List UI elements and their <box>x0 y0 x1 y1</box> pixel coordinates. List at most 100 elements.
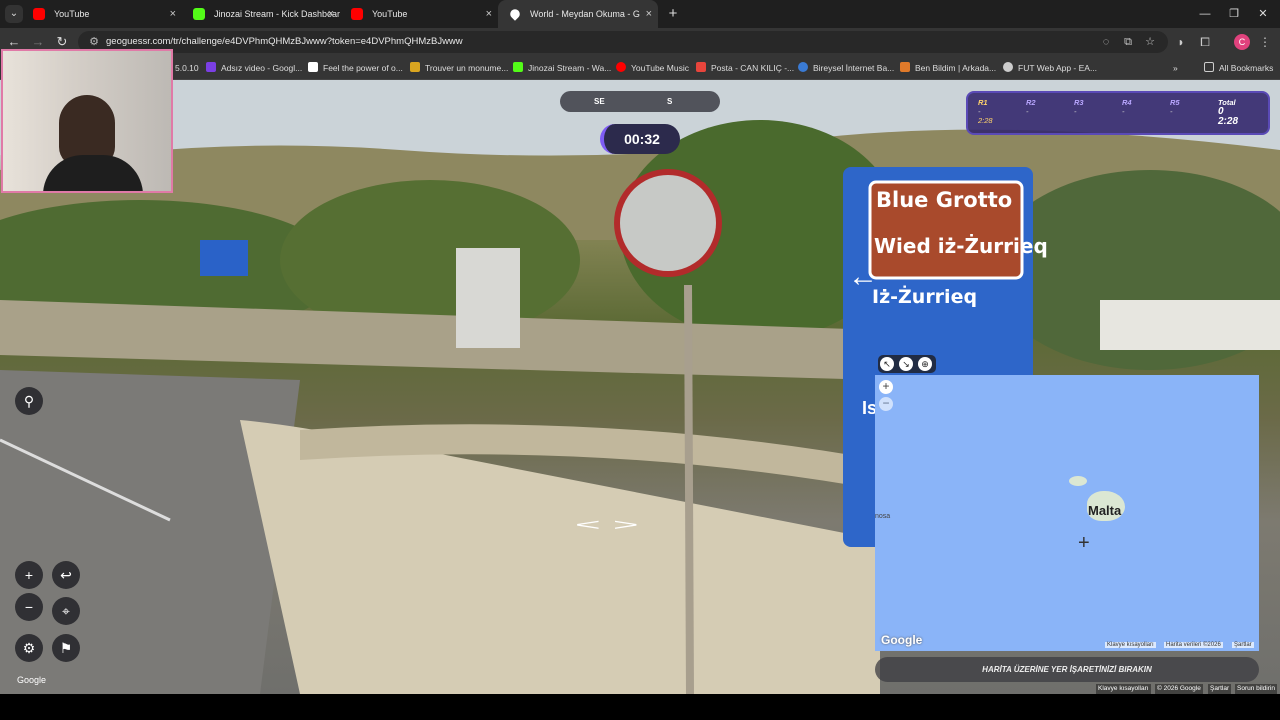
youtube-music-icon <box>616 62 626 72</box>
tab-search-icon[interactable]: ⌄ <box>5 5 23 23</box>
compass-s-label: S <box>667 97 673 106</box>
more-bookmarks-icon[interactable]: » <box>1173 56 1178 80</box>
round-1: R1-2:28 <box>978 98 993 125</box>
map-pin-icon[interactable]: ⊕ <box>918 357 932 371</box>
undo-icon[interactable]: ↩ <box>52 561 80 589</box>
bank-icon <box>798 62 808 72</box>
tab-close-icon[interactable]: × <box>646 0 652 28</box>
kick-icon <box>513 62 523 72</box>
map-shortcuts-link[interactable]: Klavye kısayolları <box>1105 642 1156 648</box>
extension-icon[interactable]: ◗ <box>1172 33 1190 51</box>
gozo-island <box>1069 476 1087 486</box>
zoom-in-button[interactable]: + <box>15 561 43 589</box>
new-tab-button[interactable]: + <box>664 5 682 23</box>
map-data-attribution: Harita verileri ©2026 <box>1164 642 1223 648</box>
tab-youtube-2[interactable]: YouTube × <box>340 0 498 28</box>
tab-youtube-1[interactable]: YouTube × <box>22 0 182 28</box>
bookmark-item[interactable]: FUT Web App - EA... <box>1003 56 1097 80</box>
kick-icon <box>193 8 205 20</box>
guess-map[interactable]: Malta nosa + + − Google Klavye kısayolla… <box>875 375 1259 651</box>
settings-gear-icon[interactable]: ⚙ <box>15 634 43 662</box>
footer-copyright: © 2026 Google <box>1155 684 1203 694</box>
map-edge-label: nosa <box>875 513 891 520</box>
all-bookmarks[interactable]: All Bookmarks <box>1204 56 1273 80</box>
bookmarks-bar: 5.0.10 Adsız video - Googl... Feel the p… <box>0 56 1280 80</box>
browser-tab-bar: ⌄ YouTube × Jinozai Stream - Kick Dashbo… <box>0 0 1280 28</box>
tab-close-icon[interactable]: × <box>328 0 334 28</box>
bookmark-item[interactable]: Adsız video - Googl... <box>206 56 302 80</box>
tab-kick-dashboard[interactable]: Jinozai Stream - Kick Dashboard × <box>182 0 340 28</box>
screen: ⌄ YouTube × Jinozai Stream - Kick Dashbo… <box>0 0 1280 720</box>
footer-shortcuts-link[interactable]: Klavye kısayolları <box>1096 684 1151 694</box>
round-3: R3- <box>1074 98 1084 116</box>
bookmark-item[interactable]: Bireysel İnternet Ba... <box>798 56 894 80</box>
map-expand-icon[interactable]: ↖ <box>880 357 894 371</box>
tab-geoguessr[interactable]: World - Meydan Okuma - G × <box>498 0 658 28</box>
google-logo: Google <box>17 675 47 685</box>
sign-line-2: Wied iż-Żurrieq <box>874 234 1048 258</box>
bookmark-item[interactable]: Jinozai Stream - Wa... <box>513 56 611 80</box>
tab-label: Jinozai Stream - Kick Dashboard <box>214 9 340 19</box>
tab-label: YouTube <box>54 9 90 19</box>
globe-icon <box>1003 62 1013 72</box>
map-country-label: Malta <box>1088 503 1122 518</box>
omnibox[interactable]: ⚙ geoguessr.com/tr/challenge/e4DVPhmQHMz… <box>78 31 1168 53</box>
map-shrink-icon[interactable]: ↘ <box>899 357 913 371</box>
return-to-start-icon[interactable]: ⌖ <box>52 597 80 625</box>
move-arrow-icon[interactable]: < > <box>575 516 639 534</box>
map-size-controls: ↖ ↘ ⊕ <box>878 355 936 373</box>
round-timer: 00:32 <box>600 124 680 154</box>
bookmark-item[interactable]: Ben Bildim | Arkada... <box>900 56 996 80</box>
check-icon <box>308 62 318 72</box>
site-info-icon[interactable]: ⚙ <box>86 34 102 50</box>
round-2: R2- <box>1026 98 1036 116</box>
avatar[interactable]: C <box>1234 34 1250 50</box>
geoguessr-pin-icon <box>508 7 522 21</box>
menu-kebab-icon[interactable]: ⋮ <box>1256 33 1274 51</box>
tab-label: World - Meydan Okuma - G <box>530 9 640 19</box>
taskbar-strip <box>0 694 1280 720</box>
address-toolbar: ← → ↻ ⚙ geoguessr.com/tr/challenge/e4DVP… <box>0 28 1280 56</box>
sign-line-1: Blue Grotto <box>876 188 1013 212</box>
bookmark-item[interactable]: Trouver un monume... <box>410 56 508 80</box>
video-icon <box>206 62 216 72</box>
bookmark-star-icon[interactable]: ☆ <box>1142 34 1158 50</box>
bookmark-item[interactable]: YouTube Music <box>616 56 689 80</box>
compass-se-label: SE <box>594 97 605 106</box>
puzzle-icon[interactable]: ⧠ <box>1196 33 1214 51</box>
map-zoom-out-button[interactable]: − <box>879 397 893 411</box>
round-total: Total 0 2:28 <box>1218 98 1239 127</box>
map-terms-link[interactable]: Şartlar <box>1232 642 1254 648</box>
youtube-icon <box>351 8 363 20</box>
map-zoom-in-button[interactable]: + <box>879 380 893 394</box>
webcam-overlay <box>1 49 173 193</box>
bell-icon <box>900 62 910 72</box>
zoom-out-button[interactable]: − <box>15 593 43 621</box>
eye-off-icon[interactable]: ◌ <box>1098 34 1114 50</box>
checkpoint-icon[interactable]: ⚲ <box>15 387 43 415</box>
sign-line-3: Iż-Żurrieq <box>872 286 978 308</box>
bookmark-item[interactable]: Posta - CAN KILIÇ -... <box>696 56 794 80</box>
tab-label: YouTube <box>372 9 408 19</box>
bookmark-item[interactable]: Feel the power of o... <box>308 56 403 80</box>
install-app-icon[interactable]: ⧉ <box>1120 34 1136 50</box>
youtube-icon <box>33 8 45 20</box>
footer-report-link[interactable]: Sorun bildirin <box>1235 684 1277 694</box>
crosshair-cursor-icon: + <box>1078 532 1090 554</box>
place-marker-button[interactable]: HARİTA ÜZERİNE YER İŞARETİNİZİ BIRAKIN <box>875 657 1259 682</box>
tab-close-icon[interactable]: × <box>170 0 176 28</box>
compass-strip: SE S <box>560 91 720 112</box>
bookmark-item[interactable]: 5.0.10 <box>175 56 199 80</box>
close-window-button[interactable]: ✕ <box>1246 0 1280 28</box>
sign-arrow-left-icon: ← <box>848 260 878 293</box>
flag-icon[interactable]: ⚑ <box>52 634 80 662</box>
round-5: R5- <box>1170 98 1180 116</box>
tab-close-icon[interactable]: × <box>486 0 492 28</box>
round-scoreboard: R1-2:28 R2- R3- R4- R5- Total 0 2:28 <box>966 91 1270 135</box>
mail-icon <box>696 62 706 72</box>
footer-terms-link[interactable]: Şartlar <box>1208 684 1232 694</box>
round-4: R4- <box>1122 98 1132 116</box>
map-google-logo: Google <box>881 633 923 647</box>
monument-icon <box>410 62 420 72</box>
streamer-body <box>43 155 143 191</box>
